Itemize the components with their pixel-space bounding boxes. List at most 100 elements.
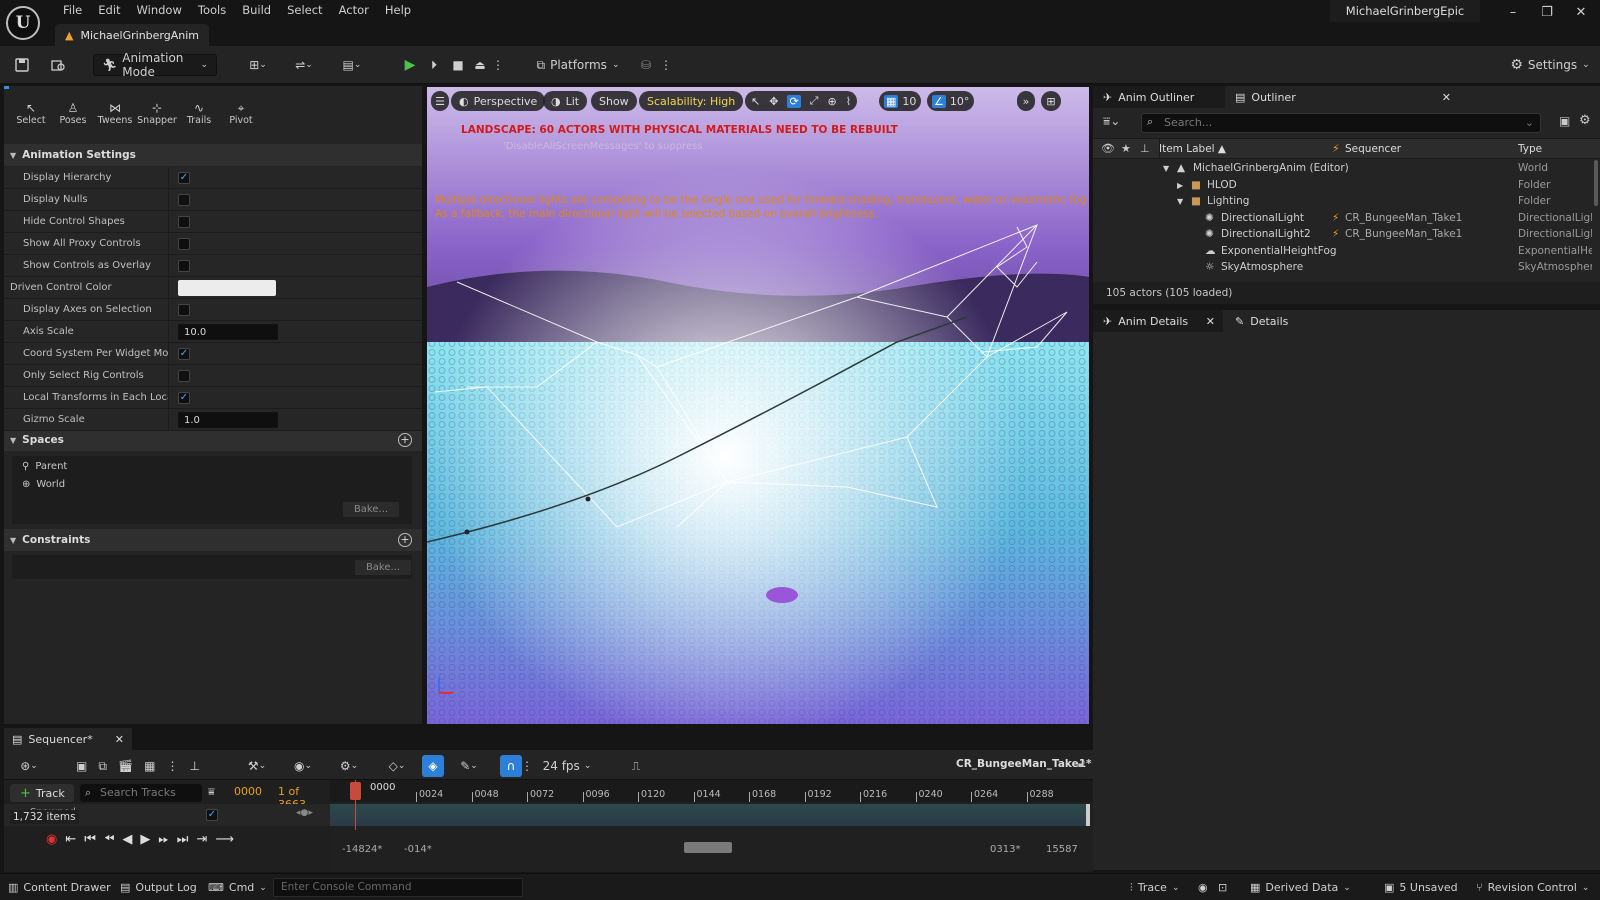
play-icon[interactable]: ▶ <box>140 832 150 847</box>
add-constraint-icon[interactable]: + <box>398 533 412 547</box>
stop-icon[interactable]: ■ <box>448 54 468 76</box>
scalability-button[interactable]: Scalability: High <box>639 91 744 111</box>
level-viewport[interactable]: ☰ ◐ Perspective ◑ Lit Show Scalability: … <box>427 87 1089 724</box>
anim-outliner-tab[interactable]: ✈︎ Anim Outliner <box>1093 86 1225 108</box>
more-options-icon[interactable]: ⋮ <box>167 759 179 773</box>
key-tools-icon[interactable]: ⚒ ⌄ <box>240 755 274 777</box>
content-drawer-button[interactable]: ▥ Content Drawer <box>8 878 111 897</box>
space-item-world[interactable]: ⊕ World <box>22 479 65 490</box>
previous-key-icon[interactable]: ⏮︎ <box>84 832 96 847</box>
lock-icon[interactable]: 🔓︎ <box>1078 757 1085 771</box>
tool-pivot[interactable]: ⌖ Pivot <box>220 86 262 136</box>
setting-checkbox[interactable]: ✓ <box>178 391 190 404</box>
outliner-row[interactable]: ✺ DirectionalLight ⚡︎ CR_BungeeMan_Take1 Dir… <box>1093 211 1600 228</box>
spaces-bake-button[interactable]: Bake... <box>342 501 400 518</box>
trace-menu[interactable]: ⫶ Trace ⌄ <box>1130 878 1179 897</box>
expand-triangle-icon[interactable]: ▼ <box>1177 197 1183 206</box>
previous-frame-icon[interactable]: ⏪︎ <box>104 832 114 847</box>
anim-details-tab[interactable]: ✈︎ Anim Details ✕ <box>1093 310 1223 332</box>
derived-data-menu[interactable]: ▦ Derived Data ⌄ <box>1250 878 1351 897</box>
view-options-icon[interactable]: ◉ ⌄ <box>286 755 320 777</box>
menu-file[interactable]: File <box>55 0 90 20</box>
sequencer-column[interactable]: Sequencer <box>1345 143 1401 155</box>
viewport-menu-icon[interactable]: ☰ <box>431 91 449 111</box>
outliner-row[interactable]: ▼ ▲ MichaelGrinbergAnim (Editor) World <box>1093 161 1600 178</box>
space-item-parent[interactable]: ⚲ Parent <box>22 461 67 472</box>
expand-triangle-icon[interactable]: ▶ <box>1177 181 1183 190</box>
setting-number-input[interactable]: 10.0 <box>178 323 278 340</box>
record-icon[interactable]: ◉ <box>46 832 57 847</box>
add-space-icon[interactable]: + <box>398 433 412 447</box>
add-folder-icon[interactable]: ▣ <box>1559 114 1570 128</box>
record-status-icon[interactable]: ◉ <box>1198 878 1208 897</box>
spawned-checkbox[interactable]: ✓ <box>206 809 218 821</box>
close-icon[interactable]: ✕ <box>115 733 124 746</box>
platforms-menu[interactable]: ⧉ Platforms ⌄ <box>536 54 620 76</box>
cinematics-icon[interactable]: ▤ ⌄ <box>334 54 370 76</box>
menu-build[interactable]: Build <box>234 0 279 20</box>
expand-triangle-icon[interactable]: ▼ <box>1163 164 1169 173</box>
pin-icon[interactable]: ⊥ <box>1140 142 1150 155</box>
unsaved-button[interactable]: ▣ 5 Unsaved <box>1384 878 1458 897</box>
layout-icon[interactable]: ⊞ <box>1041 91 1061 111</box>
select-arrow-icon[interactable]: ↖ <box>751 95 760 108</box>
jump-end-icon[interactable]: ⇥ <box>196 832 207 847</box>
setting-checkbox[interactable] <box>178 369 190 382</box>
show-button[interactable]: Show <box>591 91 637 111</box>
sequencer-tab[interactable]: ▤ Sequencer* ✕ <box>4 728 132 750</box>
minimize-button[interactable]: – <box>1496 0 1530 26</box>
visibility-icon[interactable]: 👁︎ <box>1101 142 1115 155</box>
more-options-icon[interactable]: ⋮ <box>492 54 504 76</box>
more-options-icon[interactable]: ⋮ <box>521 755 533 777</box>
filter-icon[interactable]: ⩸ <box>208 785 215 799</box>
save-icon[interactable] <box>12 54 32 76</box>
setting-number-input[interactable]: 1.0 <box>178 411 278 428</box>
close-icon[interactable]: ✕ <box>1442 91 1451 104</box>
color-swatch[interactable] <box>178 279 276 296</box>
edit-mode-icon[interactable]: ✎ ⌄ <box>452 755 486 777</box>
revision-control-menu[interactable]: ⑂ Revision Control ⌄ <box>1476 878 1589 897</box>
perspective-button[interactable]: ◐ Perspective <box>451 91 546 111</box>
browse-icon[interactable] <box>48 54 68 76</box>
range-in[interactable]: -014* <box>404 844 432 855</box>
move-icon[interactable]: ✥ <box>769 95 778 108</box>
animation-settings-header[interactable]: ▼ Animation Settings <box>4 144 422 166</box>
outliner-tab[interactable]: ▤ Outliner ✕ <box>1225 86 1461 108</box>
menu-select[interactable]: Select <box>279 0 330 20</box>
setting-checkbox[interactable] <box>178 215 190 228</box>
range-out[interactable]: 0313* <box>990 844 1020 855</box>
mode-selector[interactable]: 🏃︎ Animation Mode ⌄ <box>93 51 217 79</box>
playhead-handle[interactable] <box>350 782 361 800</box>
close-window-button[interactable]: ✕ <box>1564 0 1598 26</box>
type-column[interactable]: Type <box>1518 143 1542 155</box>
outliner-row[interactable]: ☁ ExponentialHeightFog ExponentialHeightFo… <box>1093 244 1600 261</box>
outliner-row[interactable]: ☼ SkyAtmosphere SkyAtmosphere <box>1093 260 1600 277</box>
setting-checkbox[interactable] <box>178 303 190 316</box>
track-lane[interactable] <box>330 804 1090 826</box>
angle-snap[interactable]: ∠ 10° <box>927 91 975 111</box>
save-icon[interactable]: ▣ <box>76 759 87 773</box>
expand-icon[interactable]: » <box>1017 91 1035 111</box>
keyframe-icon[interactable]: ◇ ⌄ <box>380 755 414 777</box>
menu-actor[interactable]: Actor <box>331 0 377 20</box>
blueprint-icon[interactable]: ⇌ ⌄ <box>288 54 320 76</box>
level-tab[interactable]: ▲ MichaelGrinbergAnim <box>55 24 210 46</box>
timeline-scrollbar[interactable] <box>684 842 732 853</box>
browse-icon[interactable]: ⧉ <box>98 759 107 774</box>
setting-checkbox[interactable]: ✓ <box>178 171 190 184</box>
playback-options-icon[interactable]: ⚙ ⌄ <box>332 755 366 777</box>
surface-snap-icon[interactable]: ⌇ <box>846 95 851 108</box>
filter-icon[interactable]: ⩸⌄ <box>1103 114 1120 129</box>
menu-window[interactable]: Window <box>129 0 190 20</box>
screenshot-icon[interactable]: ⊡ <box>1218 878 1227 897</box>
auto-key-icon[interactable]: ◈ <box>422 755 444 777</box>
reverse-icon[interactable]: ◀ <box>122 832 132 847</box>
menu-help[interactable]: Help <box>377 0 419 20</box>
setting-checkbox[interactable] <box>178 259 190 272</box>
tool-snapper[interactable]: ⊹ Snapper <box>136 86 178 136</box>
source-control-icon[interactable]: ⛁ <box>636 54 656 76</box>
tool-select[interactable]: ↖ Select <box>10 86 52 136</box>
outliner-search-input[interactable]: Search... ⌄ <box>1141 113 1541 133</box>
jump-start-icon[interactable]: ⇤ <box>65 832 76 847</box>
tree-icon[interactable]: ⊥ <box>190 759 200 773</box>
